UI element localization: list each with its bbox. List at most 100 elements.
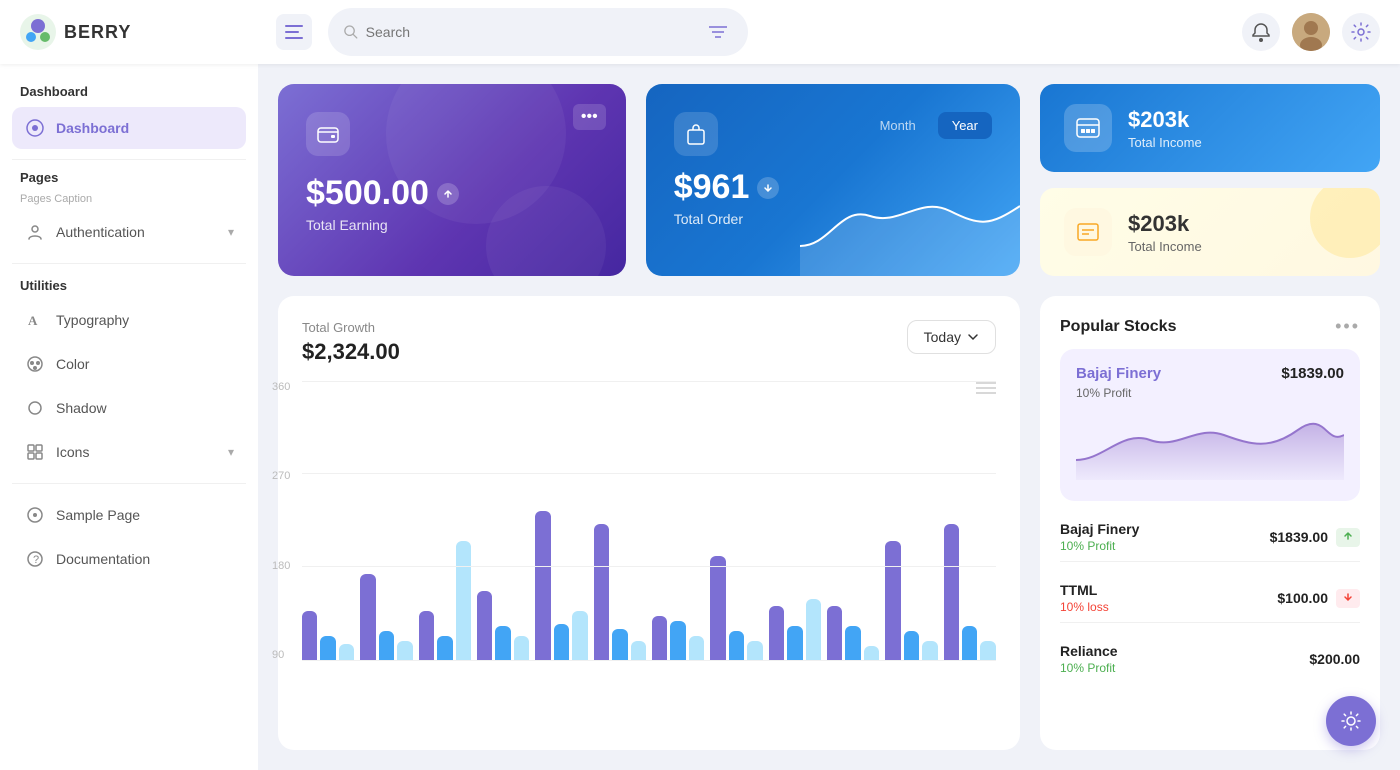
stock-badge-down bbox=[1336, 589, 1360, 608]
pages-section-title: Pages bbox=[12, 170, 246, 185]
settings-fab-icon bbox=[1340, 710, 1362, 732]
bar-group bbox=[302, 411, 354, 661]
month-toggle[interactable]: Month bbox=[866, 112, 930, 139]
bell-icon bbox=[1251, 22, 1271, 42]
bar-group bbox=[769, 411, 821, 661]
bar-group bbox=[535, 411, 587, 661]
featured-stock-price: $1839.00 bbox=[1281, 365, 1344, 382]
order-card: Month Year $961 Total Order bbox=[646, 84, 1020, 276]
search-icon bbox=[344, 24, 358, 40]
notifications-button[interactable] bbox=[1242, 13, 1280, 51]
sidebar-item-label: Typography bbox=[56, 312, 129, 328]
icons-nav-icon bbox=[24, 441, 46, 463]
growth-title: Total Growth bbox=[302, 320, 400, 335]
sidebar-item-icons[interactable]: Icons ▾ bbox=[12, 431, 246, 473]
avatar[interactable] bbox=[1292, 13, 1330, 51]
up-arrow-icon bbox=[1342, 530, 1354, 542]
bar bbox=[980, 641, 995, 661]
stocks-title: Popular Stocks bbox=[1060, 318, 1176, 336]
more-button[interactable]: ••• bbox=[573, 104, 606, 130]
bar bbox=[320, 636, 335, 661]
bar-group bbox=[360, 411, 412, 661]
sidebar-divider-3 bbox=[12, 483, 246, 484]
earning-amount: $500.00 bbox=[306, 174, 598, 213]
bar bbox=[379, 631, 394, 661]
year-toggle[interactable]: Year bbox=[938, 112, 992, 139]
bar-group bbox=[652, 411, 704, 661]
stat-blue-label: Total Income bbox=[1128, 135, 1202, 150]
main-content: ••• $500.00 Total Earning Month bbox=[258, 64, 1400, 770]
sidebar-item-typography[interactable]: A Typography bbox=[12, 299, 246, 341]
app-header: BERRY bbox=[0, 0, 1400, 64]
y-label: 90 bbox=[272, 649, 290, 661]
bar bbox=[437, 636, 452, 661]
bar bbox=[302, 611, 317, 661]
sidebar-item-sample-page[interactable]: Sample Page bbox=[12, 494, 246, 536]
bar bbox=[594, 524, 609, 662]
hamburger-icon bbox=[285, 25, 303, 39]
sidebar-item-documentation[interactable]: ? Documentation bbox=[12, 538, 246, 580]
sidebar-item-label: Dashboard bbox=[56, 120, 129, 136]
up-arrow-icon bbox=[442, 188, 454, 200]
bar-group bbox=[477, 411, 529, 661]
menu-button[interactable] bbox=[276, 14, 312, 50]
shadow-icon bbox=[24, 397, 46, 419]
settings-button[interactable] bbox=[1342, 13, 1380, 51]
bar bbox=[631, 641, 646, 661]
chevron-down-icon: ▾ bbox=[228, 445, 234, 459]
docs-icon: ? bbox=[24, 548, 46, 570]
sidebar-item-dashboard[interactable]: Dashboard bbox=[12, 107, 246, 149]
stock-name: Reliance bbox=[1060, 643, 1118, 659]
pages-caption: Pages Caption bbox=[12, 193, 246, 205]
auth-icon bbox=[24, 221, 46, 243]
search-input[interactable] bbox=[366, 24, 697, 40]
header-right bbox=[1242, 13, 1380, 51]
bar bbox=[729, 631, 744, 661]
stat-card-blue: $203k Total Income bbox=[1040, 84, 1380, 172]
gear-icon bbox=[1351, 22, 1371, 42]
today-button[interactable]: Today bbox=[907, 320, 996, 354]
bar bbox=[922, 641, 937, 661]
stocks-header: Popular Stocks ••• bbox=[1060, 316, 1360, 337]
sidebar-item-label: Sample Page bbox=[56, 507, 140, 523]
color-icon bbox=[24, 353, 46, 375]
y-label: 360 bbox=[272, 381, 290, 393]
dashboard-section-title: Dashboard bbox=[12, 84, 246, 99]
toggle-area: Month Year bbox=[866, 112, 992, 139]
wallet-icon bbox=[306, 112, 350, 156]
sidebar-item-authentication[interactable]: Authentication ▾ bbox=[12, 211, 246, 253]
stocks-more-button[interactable]: ••• bbox=[1335, 316, 1360, 337]
bar bbox=[514, 636, 529, 661]
sidebar: Dashboard Dashboard Pages Pages Caption … bbox=[0, 64, 258, 770]
user-avatar bbox=[1292, 13, 1330, 51]
stat-icon-yellow bbox=[1064, 208, 1112, 256]
sidebar-item-shadow[interactable]: Shadow bbox=[12, 387, 246, 429]
bar bbox=[397, 641, 412, 661]
bar-group bbox=[419, 411, 471, 661]
up-badge bbox=[437, 183, 459, 205]
fab-button[interactable] bbox=[1326, 696, 1376, 746]
y-label: 270 bbox=[272, 470, 290, 482]
bar bbox=[339, 644, 354, 662]
bar-group bbox=[827, 411, 879, 661]
filter-button[interactable] bbox=[705, 16, 732, 48]
chevron-down-icon bbox=[967, 331, 979, 343]
featured-stock-name: Bajaj Finery bbox=[1076, 365, 1161, 382]
bar bbox=[670, 621, 685, 661]
sidebar-item-label: Documentation bbox=[56, 551, 150, 567]
stock-loss: 10% loss bbox=[1060, 600, 1109, 614]
bar bbox=[885, 541, 900, 661]
bar bbox=[419, 611, 434, 661]
stat-blue-amount: $203k bbox=[1128, 107, 1202, 133]
today-label: Today bbox=[924, 329, 961, 345]
bag-icon bbox=[674, 112, 718, 156]
bar bbox=[806, 599, 821, 662]
sample-page-icon bbox=[24, 504, 46, 526]
wave-chart bbox=[800, 176, 1020, 276]
chevron-down-icon: ▾ bbox=[228, 225, 234, 239]
stocks-card: Popular Stocks ••• Bajaj Finery $1839.00… bbox=[1040, 296, 1380, 750]
bar bbox=[689, 636, 704, 661]
utilities-section-title: Utilities bbox=[20, 278, 246, 293]
sidebar-item-color[interactable]: Color bbox=[12, 343, 246, 385]
bar bbox=[612, 629, 627, 662]
